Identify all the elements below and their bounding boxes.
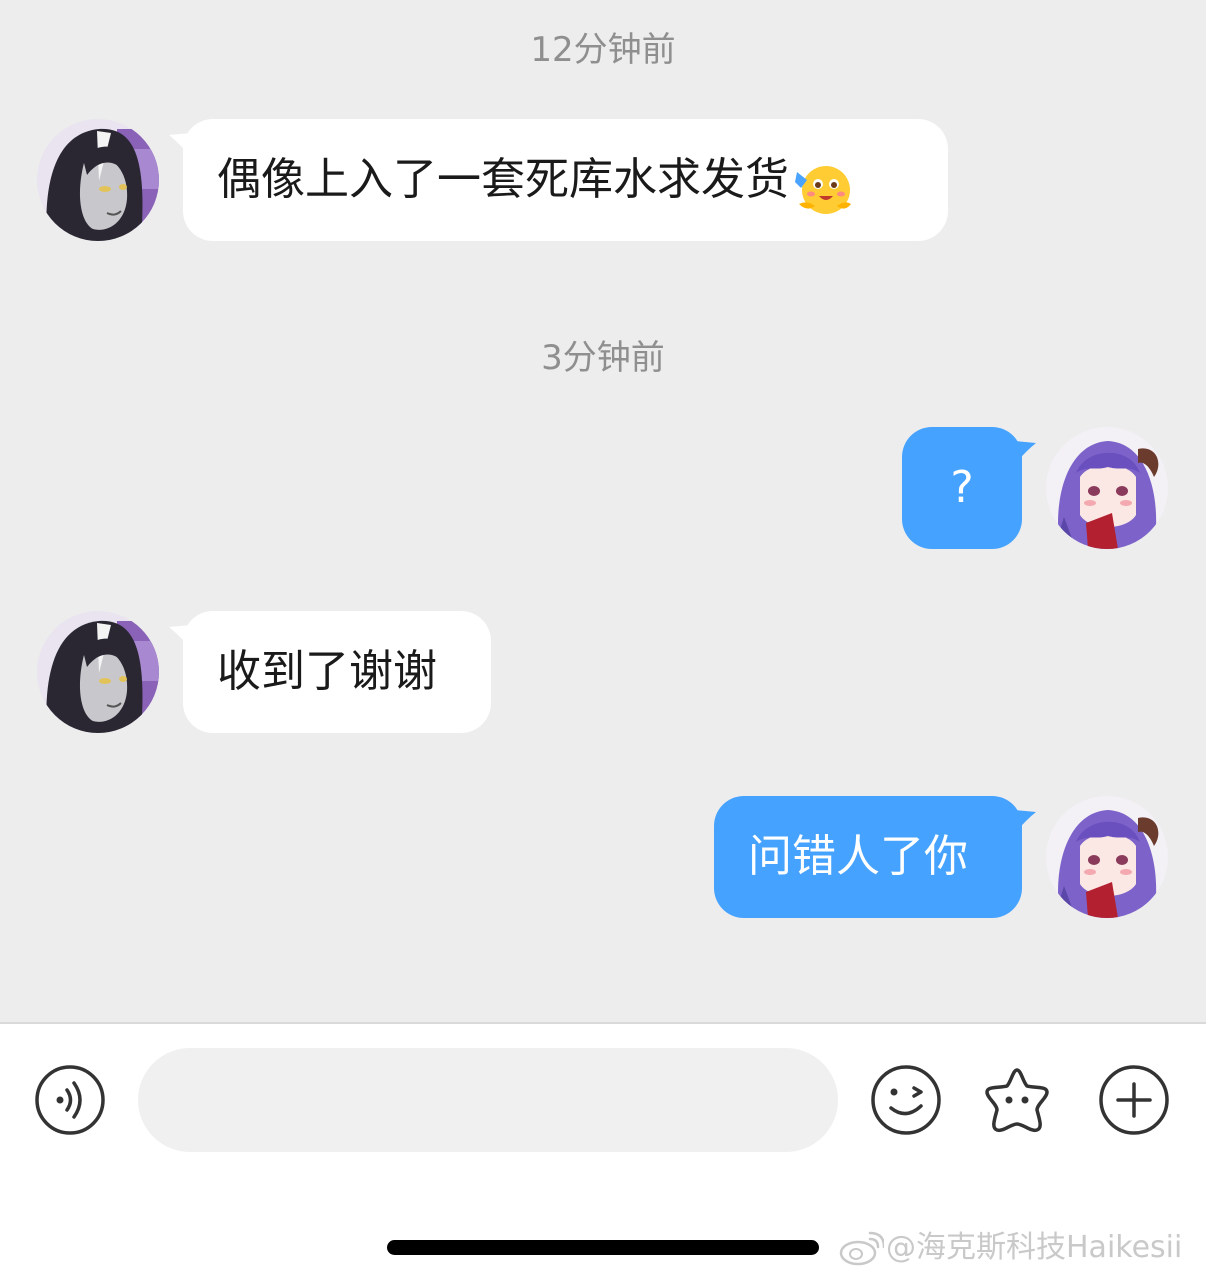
timestamp: 3分钟前 xyxy=(541,338,665,378)
voice-icon[interactable] xyxy=(34,1064,106,1136)
incoming-message-bubble[interactable]: 收到了谢谢 xyxy=(169,611,491,733)
message-text: 偶像上入了一套死库水求发货 xyxy=(217,154,789,205)
watermark-text: @海克斯科技Haikesii xyxy=(886,1230,1183,1265)
incoming-message-bubble[interactable]: 偶像上入了一套死库水求发货 xyxy=(169,119,948,241)
weibo-logo-icon xyxy=(838,1231,886,1267)
message-text: ? xyxy=(950,462,974,513)
message-text: 收到了谢谢 xyxy=(217,646,437,697)
sender-avatar[interactable] xyxy=(37,119,159,241)
star-sticker-icon[interactable] xyxy=(981,1064,1053,1136)
message-text: 问错人了你 xyxy=(748,831,968,882)
my-avatar[interactable] xyxy=(1046,796,1168,918)
outgoing-message-bubble[interactable]: 问错人了你 xyxy=(714,796,1036,918)
outgoing-message-bubble[interactable]: ? xyxy=(902,427,1036,549)
home-indicator[interactable] xyxy=(387,1240,819,1255)
timestamp: 12分钟前 xyxy=(530,30,676,70)
chat-area: 12分钟前 偶像上入了一套死库水求发货 3分钟前 ? 收到了谢谢 问错人了你 xyxy=(0,0,1206,1022)
sender-avatar[interactable] xyxy=(37,611,159,733)
message-input[interactable] xyxy=(138,1048,838,1152)
hugging-face-emoji-icon xyxy=(793,147,855,214)
my-avatar[interactable] xyxy=(1046,427,1168,549)
plus-icon[interactable] xyxy=(1098,1064,1170,1136)
smiley-icon[interactable] xyxy=(870,1064,942,1136)
watermark: @海克斯科技Haikesii xyxy=(838,1226,1182,1270)
